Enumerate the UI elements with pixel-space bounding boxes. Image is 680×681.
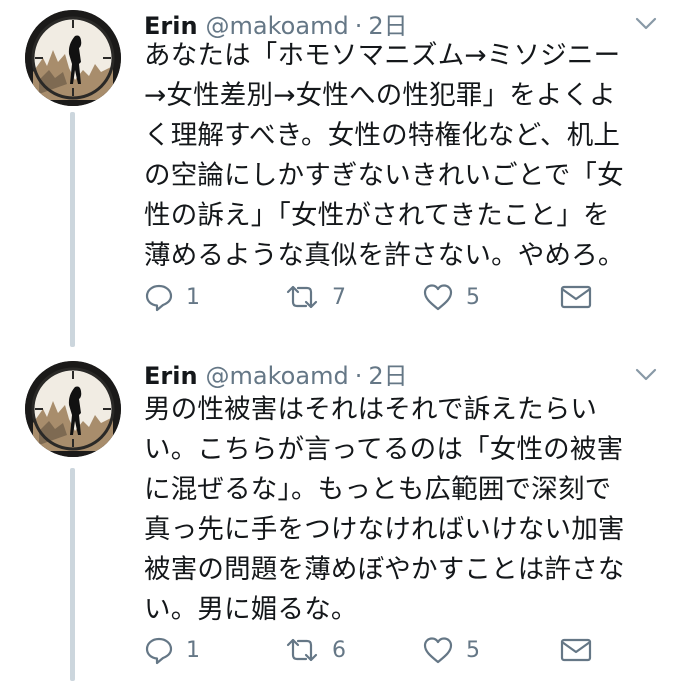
tweet-actions: 1 6 5	[144, 630, 644, 670]
display-name[interactable]: Erin	[144, 362, 198, 390]
tweet-text: あなたは「ホモソマニズム→ミソジニー →女性差別→女性への性犯罪」をよくよ く理…	[144, 36, 664, 276]
like-button[interactable]: 5	[422, 630, 480, 670]
reply-button[interactable]: 1	[144, 630, 200, 670]
tweet-menu-button[interactable]	[632, 365, 660, 385]
reply-icon	[145, 284, 173, 312]
avatar-image	[25, 10, 121, 106]
retweet-count: 6	[332, 637, 346, 663]
reply-count: 1	[186, 284, 200, 310]
tweet-text-line: い。男に媚るな。	[144, 594, 358, 625]
reply-button[interactable]: 1	[144, 277, 200, 317]
chevron-down-icon	[635, 368, 657, 381]
like-count: 5	[466, 284, 480, 310]
reply-count: 1	[186, 637, 200, 663]
retweet-icon	[286, 638, 318, 662]
tweet-text: 男の性被害はそれはそれで訴えたらい い。こちらが言ってるのは「女性の被害 に混ぜ…	[144, 390, 664, 630]
retweet-icon	[286, 285, 318, 309]
tweet-text-line: 男の性被害はそれはそれで訴えたらい	[144, 394, 598, 425]
tweet-header: Erin @makoamd · 2日	[144, 6, 408, 40]
tweet-menu-button[interactable]	[632, 14, 660, 34]
tweet-text-line: →女性差別→女性への性犯罪」をよくよ	[144, 80, 617, 111]
retweet-button[interactable]: 6	[284, 630, 346, 670]
tweet-text-line: い。こちらが言ってるのは「女性の被害	[144, 434, 624, 465]
tweet-actions: 1 7 5	[144, 277, 644, 317]
like-button[interactable]: 5	[422, 277, 480, 317]
separator: ·	[354, 362, 363, 390]
tweet-text-line: の空論にしかすぎないきれいごとで「女	[144, 160, 624, 191]
tweet-text-line: 真っ先に手をつけなければいけない加害	[144, 514, 625, 545]
retweet-button[interactable]: 7	[284, 277, 346, 317]
reply-icon	[145, 637, 173, 665]
tweet-header: Erin @makoamd · 2日	[144, 356, 408, 391]
avatar-image	[25, 361, 121, 457]
direct-message-button[interactable]	[559, 277, 605, 317]
envelope-icon	[560, 285, 592, 309]
avatar[interactable]	[25, 361, 121, 457]
tweet-text-line: に混ぜるな」。もっとも広範囲で深刻で	[144, 474, 612, 505]
heart-icon	[423, 637, 453, 664]
tweet-text-line: 性の訴え」「女性がされてきたこと」を	[144, 200, 610, 231]
heart-icon	[423, 284, 453, 311]
retweet-count: 7	[332, 284, 346, 310]
tweet-text-line: あなたは「ホモソマニズム→ミソジニー	[144, 40, 621, 71]
direct-message-button[interactable]	[559, 630, 605, 670]
user-handle[interactable]: @makoamd	[206, 362, 349, 390]
tweet[interactable]: Erin @makoamd · 2日 男の性被害はそれはそれで訴えたらい い。こ…	[0, 352, 680, 681]
tweet-text-line: く理解すべき。女性の特権化など、机上	[144, 120, 621, 151]
avatar[interactable]	[25, 10, 121, 106]
like-count: 5	[466, 637, 480, 663]
tweet-text-line: 薄めるような真似を許さない。やめろ。	[144, 240, 625, 271]
tweet-text-line: 被害の問題を薄めぼやかすことは許さな	[144, 554, 625, 585]
chevron-down-icon	[635, 17, 657, 30]
tweet[interactable]: Erin @makoamd · 2日 あなたは「ホモソマニズム→ミソジニー →女…	[0, 0, 680, 340]
envelope-icon	[560, 638, 592, 662]
timestamp[interactable]: 2日	[368, 356, 407, 391]
